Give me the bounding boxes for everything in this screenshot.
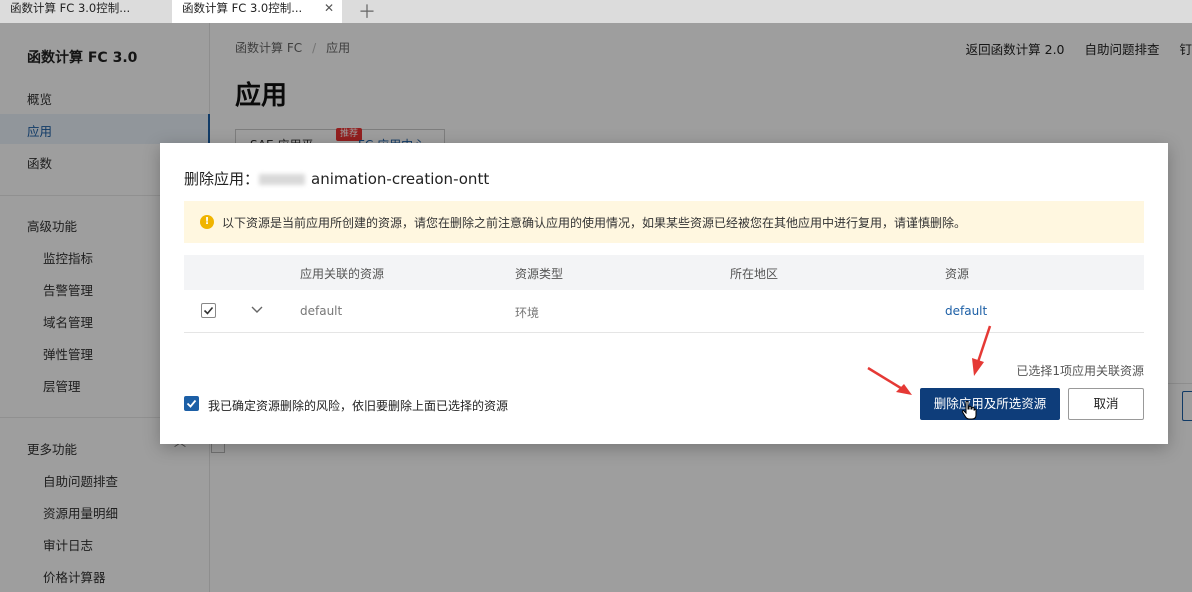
- dialog-title: 删除应用： animation-creation-ontt: [184, 168, 489, 189]
- browser-tabstrip: 函数计算 FC 3.0控制... 函数计算 FC 3.0控制... ✕ ＋: [0, 0, 1192, 23]
- close-tab-icon[interactable]: ✕: [324, 0, 334, 17]
- resource-name: default: [300, 304, 343, 318]
- dialog-title-prefix: 删除应用：: [184, 170, 260, 188]
- new-tab-icon[interactable]: ＋: [358, 0, 376, 24]
- browser-tab-1-label: 函数计算 FC 3.0控制...: [10, 1, 131, 15]
- redacted-app-name: [259, 174, 306, 185]
- table-row: default 环境 default: [184, 290, 1144, 333]
- checkmark-icon: [203, 306, 214, 315]
- cancel-button[interactable]: 取消: [1068, 388, 1144, 420]
- browser-tab-1[interactable]: 函数计算 FC 3.0控制...: [0, 0, 166, 23]
- resource-type: 环境: [515, 306, 540, 320]
- dialog-app-name: animation-creation-ontt: [311, 170, 490, 188]
- hand-cursor-icon: [961, 400, 977, 420]
- warning-text: 以下资源是当前应用所创建的资源，请您在删除之前注意确认应用的使用情况，如果某些资…: [222, 216, 967, 230]
- browser-tab-2[interactable]: 函数计算 FC 3.0控制... ✕: [172, 0, 342, 23]
- selected-count-text: 已选择1项应用关联资源: [1016, 364, 1144, 378]
- delete-app-and-resources-button[interactable]: 删除应用及所选资源: [920, 388, 1060, 420]
- resource-link[interactable]: default: [945, 304, 987, 318]
- column-header-resource-link: 资源: [945, 267, 970, 281]
- warning-notice: ! 以下资源是当前应用所创建的资源，请您在删除之前注意确认应用的使用情况，如果某…: [184, 201, 1144, 243]
- confirm-risk-checkbox[interactable]: [184, 396, 199, 411]
- chevron-down-icon[interactable]: [250, 302, 264, 316]
- column-header-resource: 应用关联的资源: [300, 267, 385, 281]
- resource-table: 应用关联的资源 资源类型 所在地区 资源 default 环境 default: [184, 255, 1144, 333]
- annotation-arrow-icon: [867, 366, 912, 395]
- confirm-risk-label[interactable]: 我已确定资源删除的风险，依旧要删除上面已选择的资源: [208, 397, 508, 414]
- browser-tab-2-label: 函数计算 FC 3.0控制...: [182, 1, 303, 15]
- column-header-region: 所在地区: [730, 267, 779, 281]
- warning-icon: !: [200, 215, 214, 229]
- column-header-type: 资源类型: [515, 267, 564, 281]
- row-select-checkbox[interactable]: [201, 303, 216, 318]
- delete-app-dialog: 删除应用： animation-creation-ontt ! 以下资源是当前应用…: [160, 143, 1168, 444]
- checkmark-icon: [186, 399, 197, 408]
- annotation-arrow-icon: [972, 325, 992, 376]
- table-header: 应用关联的资源 资源类型 所在地区 资源: [184, 255, 1144, 290]
